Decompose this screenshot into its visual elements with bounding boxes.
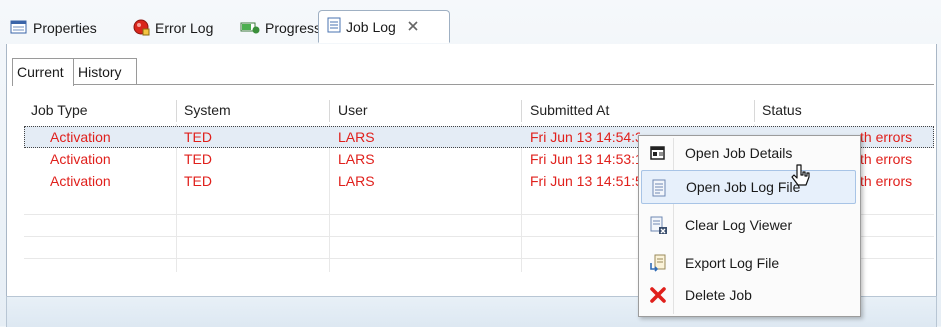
column-header-submitted-at[interactable]: Submitted At — [530, 96, 609, 124]
column-divider[interactable] — [521, 100, 522, 122]
tab-progress-label: Progress — [265, 20, 322, 36]
error-log-icon — [132, 18, 150, 39]
menu-item-delete-job[interactable]: Delete Job — [641, 278, 856, 312]
column-header-system[interactable]: System — [184, 96, 231, 124]
view-tab-bar: Properties Error Log Progress Job Log — [6, 10, 935, 45]
column-header-status[interactable]: Status — [762, 96, 802, 124]
tab-properties[interactable]: Properties — [10, 14, 97, 42]
progress-icon — [240, 19, 260, 38]
log-file-icon — [650, 179, 668, 197]
table-header: Job Type System User Submitted At Status — [24, 96, 934, 124]
column-divider[interactable] — [754, 100, 755, 122]
cell-user: LARS — [338, 151, 375, 167]
cell-status: th errors — [860, 173, 913, 189]
tab-error-log[interactable]: Error Log — [132, 14, 213, 42]
menu-item-export-log-file[interactable]: Export Log File — [641, 246, 856, 280]
mouse-pointer-icon — [790, 164, 814, 193]
cell-status: th errors — [860, 151, 913, 167]
subtab-current-label: Current — [17, 64, 64, 80]
cell-system: TED — [184, 173, 212, 189]
tab-properties-label: Properties — [33, 20, 97, 36]
menu-item-open-job-log-file[interactable]: Open Job Log File — [641, 170, 856, 204]
properties-icon — [10, 19, 28, 38]
column-header-job-type[interactable]: Job Type — [31, 96, 88, 124]
cell-job-type: Activation — [50, 129, 111, 145]
tab-progress[interactable]: Progress — [240, 14, 321, 42]
subtab-history-label: History — [78, 64, 122, 80]
subtab-history[interactable]: History — [73, 58, 137, 85]
delete-icon — [649, 286, 667, 304]
context-menu: Open Job Details Open Job Log File Clear… — [638, 135, 861, 317]
cell-system: TED — [184, 151, 212, 167]
subtab-bar: Current History — [12, 58, 934, 86]
menu-item-label: Delete Job — [685, 287, 752, 303]
subtab-current[interactable]: Current — [12, 58, 74, 86]
tab-error-log-label: Error Log — [155, 20, 214, 36]
column-divider[interactable] — [176, 100, 177, 122]
cell-job-type: Activation — [50, 151, 111, 167]
menu-item-label: Clear Log Viewer — [685, 217, 793, 233]
cell-user: LARS — [338, 129, 375, 145]
cell-submitted-at: Fri Jun 13 14:54:33 — [530, 129, 640, 145]
menu-item-label: Open Job Details — [685, 145, 793, 161]
menu-item-label: Export Log File — [685, 255, 780, 271]
cell-job-type: Activation — [50, 173, 111, 189]
job-details-icon — [649, 144, 667, 162]
column-divider[interactable] — [329, 100, 330, 122]
cell-submitted-at: Fri Jun 13 14:51:5 — [530, 173, 640, 189]
cell-user: LARS — [338, 173, 375, 189]
cell-status: th errors — [860, 129, 913, 145]
menu-item-open-job-details[interactable]: Open Job Details — [641, 136, 856, 170]
subtab-divider — [137, 84, 934, 85]
job-log-icon — [327, 17, 341, 36]
cell-submitted-at: Fri Jun 13 14:53:1 — [530, 151, 640, 167]
export-icon — [649, 254, 667, 272]
close-icon[interactable] — [407, 19, 419, 35]
menu-item-clear-log-viewer[interactable]: Clear Log Viewer — [641, 208, 856, 242]
tab-job-log[interactable]: Job Log — [318, 10, 450, 43]
column-header-user[interactable]: User — [338, 96, 368, 124]
menu-item-label: Open Job Log File — [686, 179, 801, 195]
clear-log-icon — [649, 216, 667, 234]
cell-system: TED — [184, 129, 212, 145]
tab-job-log-label: Job Log — [346, 18, 396, 35]
